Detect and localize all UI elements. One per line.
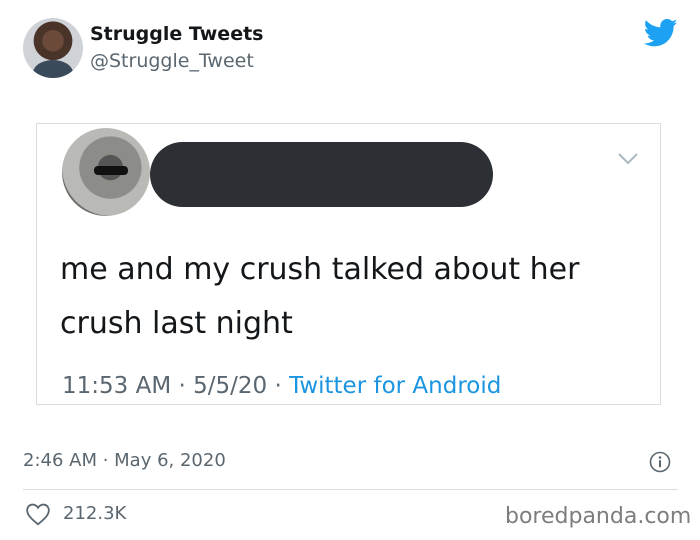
meta-separator: · [267, 373, 290, 399]
author-name[interactable]: Struggle Tweets [90, 23, 263, 45]
quoted-tweet-meta: 11:53 AM · 5/5/20 · Twitter for Android [62, 373, 501, 399]
info-icon[interactable] [649, 451, 671, 473]
author-avatar[interactable] [23, 18, 83, 78]
author-handle[interactable]: @Struggle_Tweet [90, 50, 254, 72]
divider [23, 489, 678, 490]
quoted-avatar[interactable] [62, 128, 150, 216]
twitter-bird-icon[interactable] [644, 18, 678, 48]
heart-icon[interactable] [25, 502, 51, 526]
like-count[interactable]: 212.3K [63, 503, 126, 524]
chevron-down-icon[interactable] [616, 150, 640, 168]
quoted-time: 11:53 AM [62, 373, 172, 399]
meta-separator: · [171, 373, 194, 399]
quoted-date: 5/5/20 [193, 373, 268, 399]
tweet-timestamp[interactable]: 2:46 AM · May 6, 2020 [23, 450, 226, 471]
watermark: boredpanda.com [505, 504, 692, 529]
quoted-tweet-text-line-1: me and my crush talked about her [60, 252, 580, 287]
quoted-source-link[interactable]: Twitter for Android [289, 373, 501, 399]
quoted-tweet-text-line-2: crush last night [60, 306, 293, 341]
redacted-name-bar [150, 142, 493, 207]
